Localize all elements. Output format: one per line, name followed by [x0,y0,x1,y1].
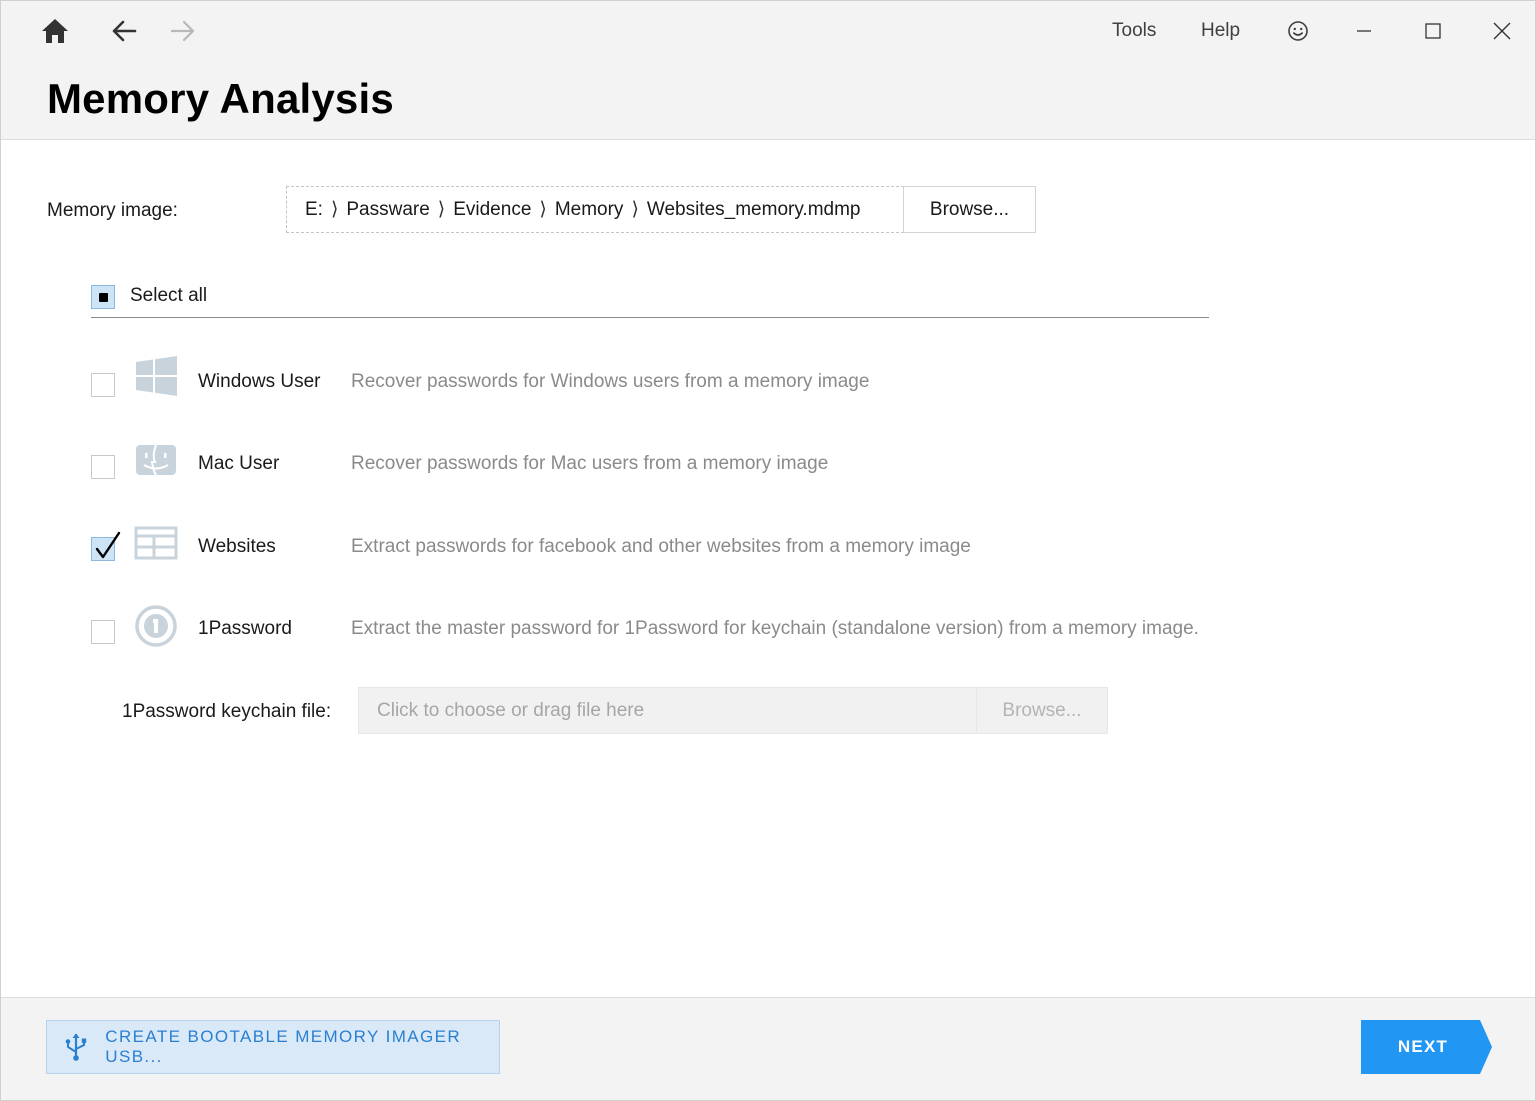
help-menu[interactable]: Help [1201,20,1240,42]
back-button[interactable] [106,13,142,49]
path-segment: Websites_memory.mdmp [646,198,861,220]
memory-image-label: Memory image: [47,200,178,221]
memory-image-path-field[interactable]: E: ⟩ Passware ⟩ Evidence ⟩ Memory ⟩ Websites_mem… [286,186,904,233]
select-all-checkbox[interactable] [91,285,115,309]
option-desc-mac-user: Recover passwords for Mac users from a m… [351,453,829,474]
tools-menu[interactable]: Tools [1112,20,1156,42]
forward-button[interactable] [165,13,201,49]
arrow-left-icon [112,20,137,42]
onepassword-icon [134,604,178,648]
mac-finder-icon [134,442,178,486]
website-layout-icon [134,525,178,569]
option-name-windows-user: Windows User [198,371,321,392]
minimize-button[interactable] [1344,13,1384,49]
home-button[interactable] [37,13,73,49]
option-desc-websites: Extract passwords for facebook and other… [351,536,971,557]
page-title: Memory Analysis [47,75,394,122]
keychain-file-label: 1Password keychain file: [122,701,332,722]
next-label: NEXT [1397,1037,1449,1056]
home-icon [42,19,68,43]
feedback-button[interactable] [1278,13,1318,49]
option-name-onepassword: 1Password [198,618,292,639]
windows-user-checkbox[interactable] [91,373,115,397]
option-name-websites: Websites [198,536,276,557]
minimize-icon [1357,30,1371,32]
option-desc-windows-user: Recover passwords for Windows users from… [351,371,870,392]
windows-icon [134,356,178,400]
path-segment: Evidence [453,198,532,220]
path-separator: ⟩ [330,199,339,220]
next-button[interactable]: NEXT [1361,1020,1493,1074]
usb-icon [63,1032,89,1062]
app-window: Tools Help Memory Analysis Memory image:… [0,0,1536,1101]
mac-user-checkbox[interactable] [91,455,115,479]
option-name-mac-user: Mac User [198,453,280,474]
path-segment: Passware [346,198,430,220]
path-separator: ⟩ [539,199,547,220]
arrow-right-icon [170,20,195,42]
checkmark-icon [95,531,121,559]
path-segment: Memory [554,198,624,220]
memory-image-browse-button[interactable]: Browse... [903,186,1036,233]
websites-checkbox[interactable] [91,531,121,561]
create-bootable-usb-button[interactable]: CREATE BOOTABLE MEMORY IMAGER USB... [46,1020,500,1074]
divider [91,317,1209,318]
maximize-button[interactable] [1413,13,1453,49]
path-separator: ⟩ [631,199,639,220]
smiley-icon [1288,21,1308,41]
path-segment: E: [305,198,323,220]
keychain-file-dropzone[interactable]: Click to choose or drag file here [358,687,977,734]
indeterminate-mark [98,292,108,302]
select-all-label[interactable]: Select all [130,285,207,307]
maximize-icon [1425,23,1441,39]
path-separator: ⟩ [437,199,446,220]
close-icon [1493,22,1511,40]
keychain-browse-button[interactable]: Browse... [976,687,1108,734]
create-bootable-usb-label: CREATE BOOTABLE MEMORY IMAGER USB... [105,1027,462,1066]
close-button[interactable] [1482,13,1522,49]
onepassword-checkbox[interactable] [91,620,115,644]
header: Tools Help Memory Analysis [1,1,1535,140]
option-desc-onepassword: Extract the master password for 1Passwor… [351,618,1199,639]
